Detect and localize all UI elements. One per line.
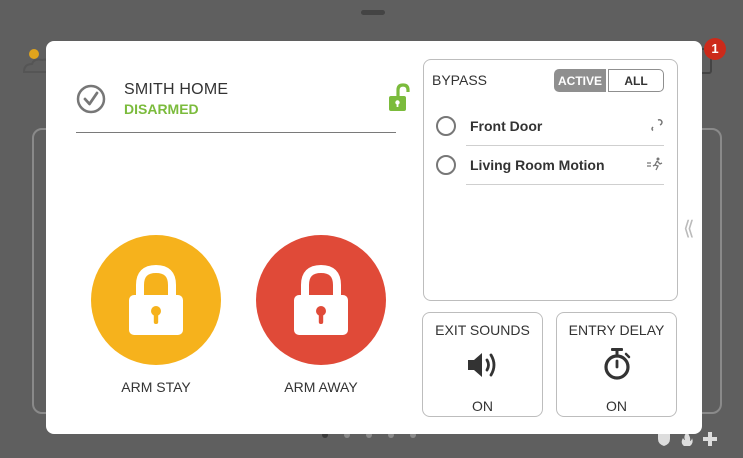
unlock-icon [389, 83, 410, 111]
system-status: DISARMED [124, 101, 199, 117]
entry-delay-title: ENTRY DELAY [568, 322, 665, 338]
system-header: SMITH HOME DISARMED [76, 79, 410, 133]
row-divider [466, 145, 664, 146]
bypass-filter: ACTIVE ALL [554, 69, 664, 92]
zone-bypass-radio[interactable] [436, 155, 456, 175]
notification-badge: 1 [704, 38, 726, 60]
medical-plus-icon[interactable] [701, 430, 718, 448]
bypass-panel: BYPASS ACTIVE ALL Front Door Living Room… [423, 59, 678, 301]
stopwatch-icon [604, 348, 631, 380]
double-chevron-left-icon[interactable]: ⟨⟨ [683, 216, 694, 241]
zone-name: Living Room Motion [470, 157, 605, 173]
arm-stay-label: ARM STAY [121, 379, 191, 395]
zone-row[interactable]: Living Room Motion [436, 147, 664, 185]
filter-active-button[interactable]: ACTIVE [554, 69, 606, 92]
bypass-title: BYPASS [432, 72, 487, 88]
zone-row[interactable]: Front Door [436, 108, 664, 146]
entry-delay-value: ON [606, 398, 627, 414]
speaker-icon [468, 353, 496, 377]
lock-icon [294, 264, 348, 335]
filter-all-button[interactable]: ALL [608, 69, 664, 92]
arm-away-button[interactable] [256, 235, 386, 365]
row-divider [466, 184, 664, 185]
entry-delay-toggle[interactable]: ENTRY DELAY ON [556, 312, 677, 417]
pull-down-handle[interactable] [361, 10, 385, 15]
zone-bypass-radio[interactable] [436, 116, 456, 136]
zone-name: Front Door [470, 118, 543, 134]
check-circle-icon [76, 84, 106, 114]
lock-icon [129, 264, 183, 335]
arming-modal: SMITH HOME DISARMED ARM STAY ARM AWAY BY… [46, 41, 702, 434]
door-contact-icon [651, 119, 663, 132]
exit-sounds-title: EXIT SOUNDS [435, 322, 530, 338]
exit-sounds-value: ON [472, 398, 493, 414]
arm-stay-button[interactable] [91, 235, 221, 365]
exit-sounds-toggle[interactable]: EXIT SOUNDS ON [422, 312, 543, 417]
system-name: SMITH HOME [124, 81, 229, 98]
arm-away-label: ARM AWAY [284, 379, 358, 395]
motion-sensor-icon [647, 157, 663, 171]
